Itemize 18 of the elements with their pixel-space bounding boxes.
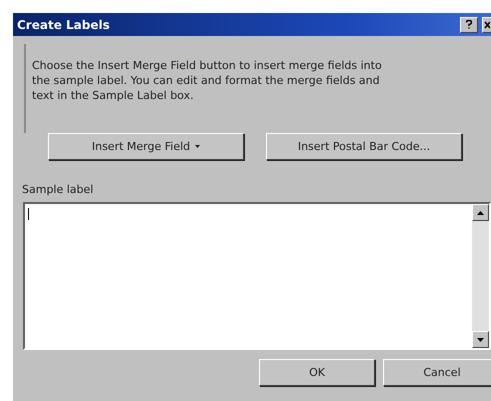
scrollbar[interactable] [472,204,489,348]
instructions-text: Choose the Insert Merge Field button to insert merge fields into the sample label. You can edit and format the merge fields and text in the Sample Label box. [32,58,383,103]
question-mark-icon [466,20,472,29]
close-icon [484,20,490,28]
insert-button[interactable]: Insert Postal Bar Code... [266,133,462,160]
cancel-button[interactable]: Cancel [383,359,491,386]
close-button[interactable] [482,16,491,32]
insert-merge-field-button[interactable]: Insert Merge Field [48,133,244,160]
down-arrow-icon [477,338,484,342]
scroll-down-button[interactable] [472,331,489,348]
up-arrow-icon [477,210,484,214]
ok-button[interactable]: OK [259,359,375,386]
window-title: Create Labels [17,18,111,32]
sample-label-field[interactable] [23,202,491,350]
scroll-up-button[interactable] [472,204,489,221]
caret-icon [195,145,200,148]
help-button[interactable] [460,16,478,32]
sample-label-caption: Sample label [22,183,94,196]
